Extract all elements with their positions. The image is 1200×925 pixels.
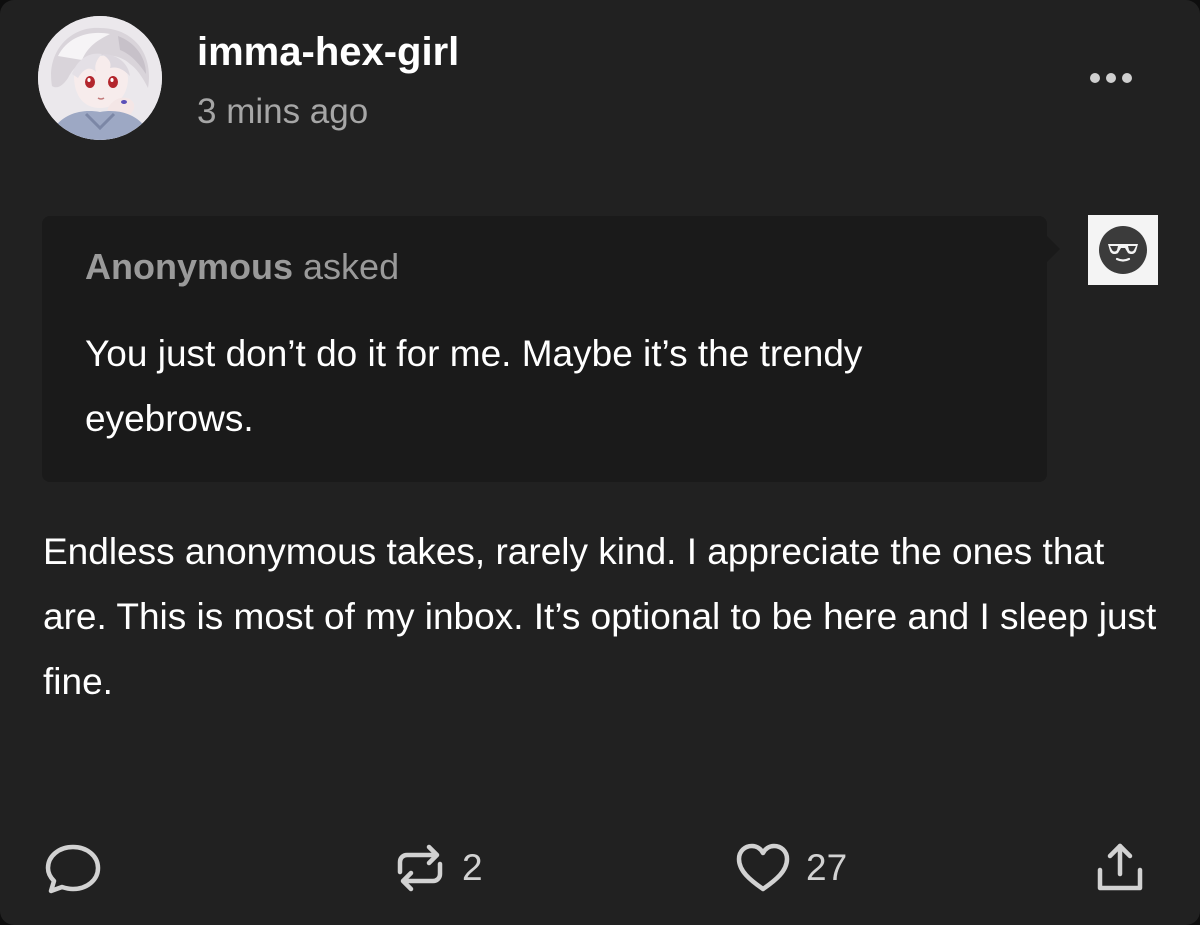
reply-icon: [45, 844, 101, 894]
post-answer-text: Endless anonymous takes, rarely kind. I …: [43, 531, 1157, 702]
ask-bubble-tail: [1045, 234, 1060, 264]
more-menu-button[interactable]: [1078, 62, 1144, 94]
anonymous-avatar: [1088, 215, 1158, 285]
heart-icon: [736, 843, 790, 892]
more-dots-icon: [1090, 73, 1100, 83]
reblog-count: 2: [462, 847, 483, 888]
asked-label: asked: [303, 246, 400, 287]
reblog-icon: [397, 844, 443, 892]
post-card: imma-hex-girl 3 mins ago Anonymous asked…: [0, 0, 1200, 925]
reply-button[interactable]: [43, 840, 103, 896]
like-count: 27: [806, 847, 848, 888]
asker-line: Anonymous asked: [85, 246, 399, 288]
share-button[interactable]: [1092, 840, 1148, 896]
anonymous-sunglasses-icon: [1088, 215, 1158, 285]
avatar-anime-girl-icon: [38, 16, 162, 140]
more-dot: [1122, 73, 1132, 83]
ask-bubble: Anonymous asked You just don’t do it for…: [42, 216, 1047, 482]
reblog-button[interactable]: 2: [392, 840, 483, 896]
asker-name: Anonymous: [85, 246, 294, 287]
like-button[interactable]: 27: [734, 840, 847, 896]
ask-question: You just don’t do it for me. Maybe it’s …: [85, 333, 863, 439]
post-timestamp[interactable]: 3 mins ago: [197, 92, 368, 132]
author-username[interactable]: imma-hex-girl: [197, 30, 459, 75]
author-avatar[interactable]: [38, 16, 162, 140]
share-icon: [1097, 843, 1143, 891]
more-dot: [1106, 73, 1116, 83]
